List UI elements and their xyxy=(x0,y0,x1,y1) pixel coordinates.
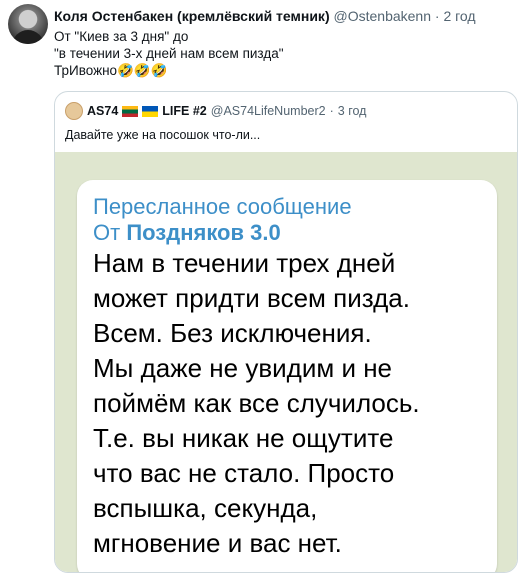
message-text: Нам в течении трех дней может придти все… xyxy=(93,246,493,561)
message-line: Нам в течении трех дней xyxy=(93,248,396,278)
message-line: мгновение и вас нет. xyxy=(93,528,342,558)
quoted-tweet-time: 3 год xyxy=(337,104,367,118)
message-line: Т.е. вы никак не ощутите xyxy=(93,423,394,453)
quoted-author-avatar xyxy=(65,102,83,120)
telegram-message-bubble: Пересланное сообщение От Поздняков 3.0 Н… xyxy=(77,180,497,572)
tweet-text: От "Киев за 3 дня" до "в течении 3-х дней… xyxy=(54,28,284,79)
forwarded-label: Пересланное сообщение xyxy=(93,194,352,219)
message-line: вспышка, секунда, xyxy=(93,493,318,523)
message-line: поймём как все случилось. xyxy=(93,388,420,418)
tweet-text-line: От "Киев за 3 дня" до xyxy=(54,29,189,44)
quoted-tweet-header: AS74 LIFE #2 @AS74LifeNumber2 · 3 год xyxy=(65,102,366,120)
quoted-author-name-suffix: LIFE #2 xyxy=(162,104,207,118)
message-line: Мы даже не увидим и не xyxy=(93,353,393,383)
separator-dot: · xyxy=(434,8,440,24)
author-handle[interactable]: @Ostenbakenn xyxy=(334,8,432,24)
quoted-tweet[interactable]: AS74 LIFE #2 @AS74LifeNumber2 · 3 год Да… xyxy=(54,91,518,573)
quoted-author-name: AS74 xyxy=(87,104,119,118)
ukraine-flag-icon xyxy=(142,105,159,117)
message-line: может придти всем пизда. xyxy=(93,283,410,313)
quoted-tweet-text: Давайте уже на посошок что-ли... xyxy=(65,128,261,142)
tweet-text-line: "в течении 3-х дней нам всем пизда" xyxy=(54,46,284,61)
tweet-text-line: ТрИвожно🤣🤣🤣 xyxy=(54,63,168,78)
author-name[interactable]: Коля Остенбакен (кремлёвский темник) xyxy=(54,8,330,24)
forwarded-header: Пересланное сообщение От Поздняков 3.0 xyxy=(93,194,352,246)
message-line: что вас не стало. Просто xyxy=(93,458,395,488)
author-avatar[interactable] xyxy=(8,4,48,44)
message-line: Всем. Без исключения. xyxy=(93,318,372,348)
quoted-author-handle: @AS74LifeNumber2 xyxy=(210,104,326,118)
tweet-header: Коля Остенбакен (кремлёвский темник) @Os… xyxy=(54,8,476,24)
forwarded-from-name: Поздняков 3.0 xyxy=(126,220,281,245)
tweet-time[interactable]: 2 год xyxy=(443,8,475,24)
forwarded-from: От Поздняков 3.0 xyxy=(93,220,352,246)
lithuania-flag-icon xyxy=(122,105,139,117)
avatar-silhouette xyxy=(12,30,44,44)
separator-dot: · xyxy=(329,104,334,118)
from-label: От xyxy=(93,220,121,245)
